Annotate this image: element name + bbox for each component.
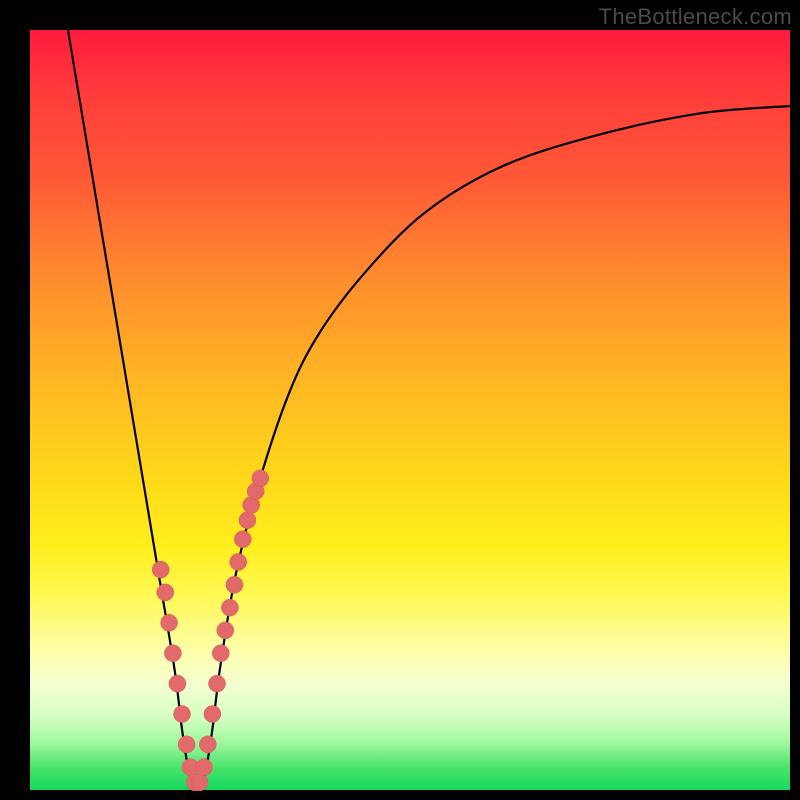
data-point <box>191 774 208 791</box>
data-point <box>204 706 221 723</box>
data-point <box>152 561 169 578</box>
data-point <box>174 706 191 723</box>
data-point <box>226 576 243 593</box>
data-point <box>164 645 181 662</box>
data-point <box>252 470 269 487</box>
data-point <box>234 531 251 548</box>
chart-svg <box>30 30 790 790</box>
chart-frame: TheBottleneck.com <box>0 0 800 800</box>
data-point <box>157 584 174 601</box>
data-point <box>161 614 178 631</box>
data-point <box>230 554 247 571</box>
data-point <box>217 622 234 639</box>
data-point <box>196 759 213 776</box>
data-point <box>212 645 229 662</box>
data-point <box>239 512 256 529</box>
data-point <box>199 736 216 753</box>
watermark-text: TheBottleneck.com <box>599 4 792 30</box>
data-point <box>169 675 186 692</box>
data-point <box>221 599 238 616</box>
plot-area <box>30 30 790 790</box>
data-point <box>178 736 195 753</box>
data-markers <box>152 470 269 791</box>
data-point <box>209 675 226 692</box>
